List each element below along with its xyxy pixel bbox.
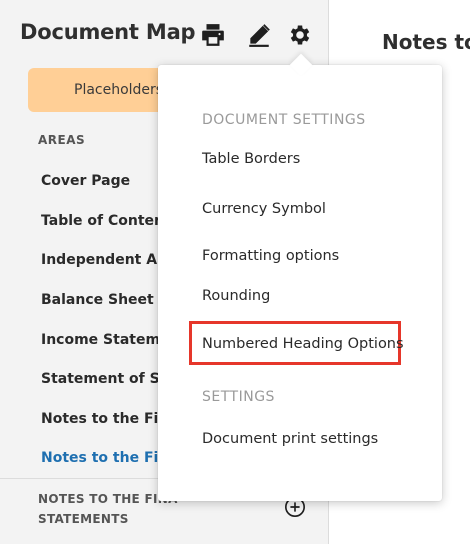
area-item-cover-page[interactable]: Cover Page: [41, 173, 130, 189]
menu-item-table-borders[interactable]: Table Borders: [202, 151, 300, 167]
menu-item-document-print-settings[interactable]: Document print settings: [202, 431, 378, 447]
area-item-independent-auditor[interactable]: Independent Aud: [41, 252, 177, 268]
menu-item-numbered-heading-options[interactable]: Numbered Heading Options: [202, 336, 404, 352]
notes-section-label: NOTES TO THE FINA STATEMENTS: [38, 492, 178, 526]
area-item-statement-of-stock[interactable]: Statement of Sto: [41, 371, 176, 387]
document-settings-heading: DOCUMENT SETTINGS: [202, 112, 366, 128]
sidebar-title: Document Map: [20, 20, 196, 44]
main-page-title: Notes to: [382, 30, 470, 54]
pen-icon[interactable]: [246, 22, 272, 48]
settings-dropdown-menu: DOCUMENT SETTINGS Table Borders Currency…: [158, 53, 442, 501]
menu-item-formatting-options[interactable]: Formatting options: [202, 248, 339, 264]
areas-heading: AREAS: [38, 133, 86, 147]
settings-heading: SETTINGS: [202, 389, 275, 405]
printer-icon[interactable]: [200, 22, 226, 48]
gear-icon[interactable]: [287, 22, 313, 48]
menu-item-rounding[interactable]: Rounding: [202, 288, 270, 304]
area-item-balance-sheet[interactable]: Balance Sheet: [41, 292, 154, 308]
menu-item-currency-symbol[interactable]: Currency Symbol: [202, 201, 326, 217]
